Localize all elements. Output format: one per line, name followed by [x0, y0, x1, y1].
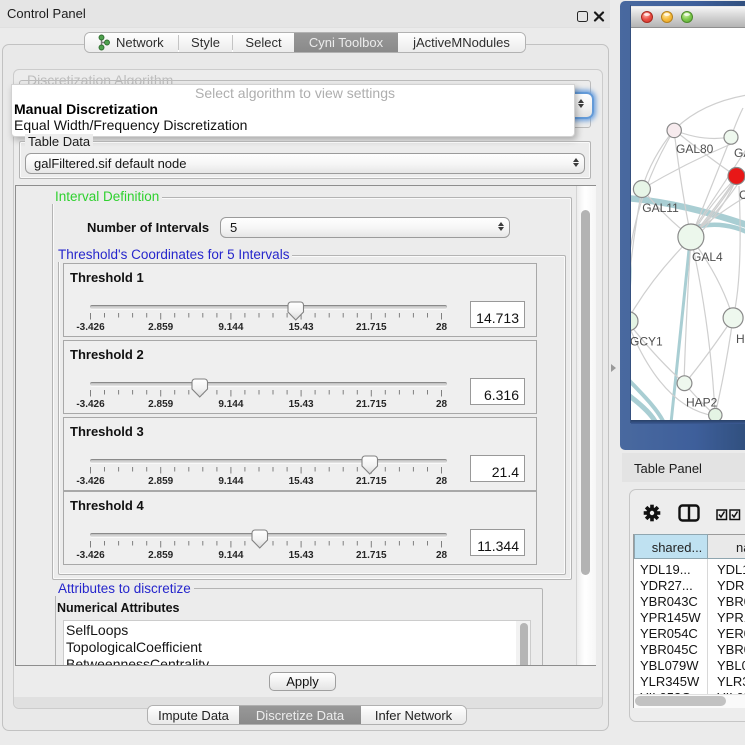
svg-text:GAL11: GAL11 [642, 201, 679, 215]
svg-text:HAP2: HAP2 [686, 396, 718, 410]
svg-text:GCY1: GCY1 [631, 335, 663, 349]
svg-text:GAL4: GAL4 [692, 250, 723, 264]
svg-text:CDC19: CDC19 [739, 188, 745, 202]
svg-text:GAL2: GAL2 [734, 146, 745, 160]
svg-text:GAL80: GAL80 [676, 142, 714, 156]
svg-text:HIS4: HIS4 [736, 332, 745, 346]
